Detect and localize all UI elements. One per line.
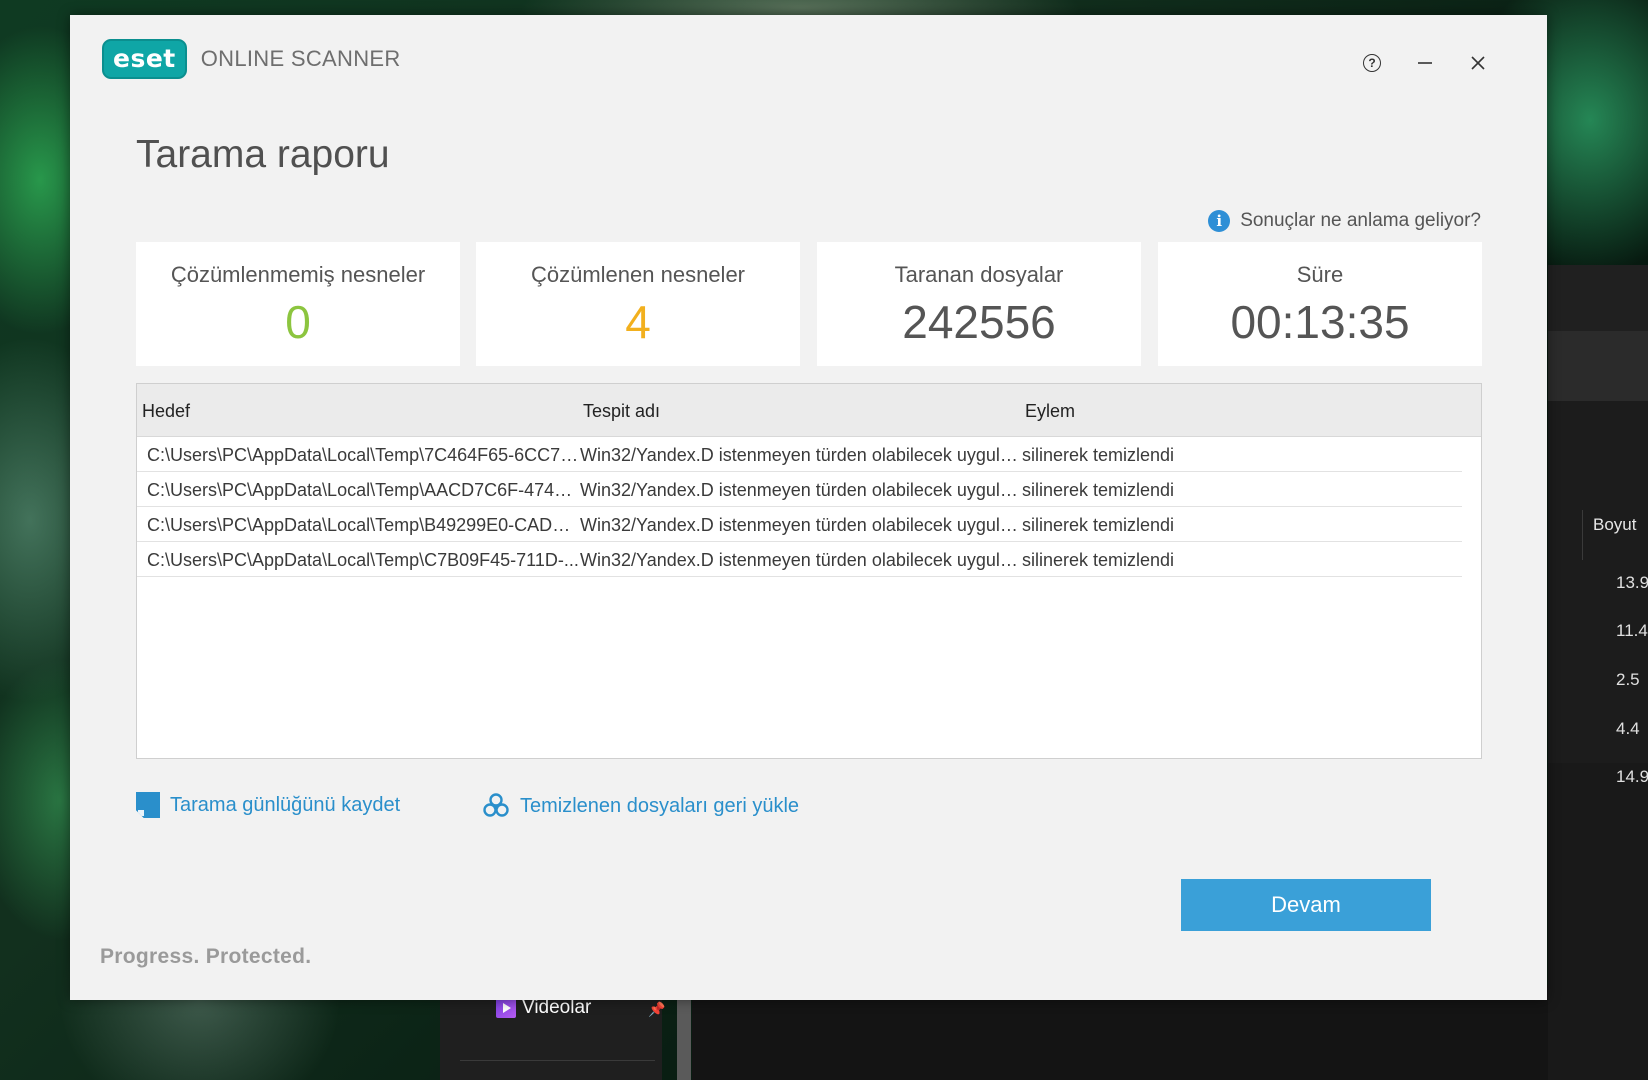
cell-target: C:\Users\PC\AppData\Local\Temp\B49299E0-… <box>147 515 579 535</box>
cell-detection: Win32/Yandex.D istenmeyen türden olabile… <box>580 480 1018 500</box>
file-size: 14.9 <box>1616 767 1648 786</box>
cell-target: C:\Users\PC\AppData\Local\Temp\AACD7C6F-… <box>147 480 579 500</box>
save-scan-log-label: Tarama günlüğünü kaydet <box>170 793 401 816</box>
column-header-detection[interactable]: Tespit adı <box>583 384 660 438</box>
stat-label: Taranan dosyalar <box>894 262 1064 287</box>
table-header: Hedef Tespit adı Eylem <box>137 384 1481 437</box>
file-explorer-window: Boyut 13.9 11.4 2.5 4.4 14.9 <box>1548 265 1648 1080</box>
stat-label: Çözümlenen nesneler <box>530 262 746 287</box>
file-size: 4.4 <box>1616 719 1640 738</box>
stat-card-unresolved: Çözümlenmemiş nesneler 0 <box>136 242 460 366</box>
stat-value: 0 <box>285 296 311 348</box>
eset-scan-report-dialog: eset ONLINE SCANNER ? Tarama raporu i So… <box>70 15 1547 1000</box>
table-row[interactable]: C:\Users\PC\AppData\Local\Temp\7C464F65-… <box>137 437 1462 472</box>
column-header-action[interactable]: Eylem <box>1025 384 1075 438</box>
eset-logo: eset <box>102 39 187 79</box>
nav-item-label: Videolar <box>522 997 592 1018</box>
file-size: 11.4 <box>1616 621 1648 640</box>
stat-value: 00:13:35 <box>1230 296 1410 348</box>
results-help-link[interactable]: i Sonuçlar ne anlama geliyor? <box>1208 210 1481 232</box>
cell-detection: Win32/Yandex.D istenmeyen türden olabile… <box>580 515 1018 535</box>
info-icon: i <box>1208 210 1231 232</box>
eset-slogan: Progress. Protected. <box>100 945 312 968</box>
minimize-icon <box>1418 62 1432 64</box>
save-scan-log-link[interactable]: Tarama günlüğünü kaydet <box>136 792 400 818</box>
file-size: 2.5 <box>1616 670 1640 689</box>
column-header-target[interactable]: Hedef <box>142 384 190 438</box>
cell-detection: Win32/Yandex.D istenmeyen türden olabile… <box>580 445 1018 465</box>
stat-value: 4 <box>625 296 651 348</box>
scan-statistics: Çözümlenmemiş nesneler 0 Çözümlenen nesn… <box>136 242 1482 366</box>
close-icon <box>1471 56 1485 70</box>
stat-card-duration: Süre 00:13:35 <box>1158 242 1482 366</box>
table-row[interactable]: C:\Users\PC\AppData\Local\Temp\AACD7C6F-… <box>137 472 1462 507</box>
page-title: Tarama raporu <box>136 133 390 176</box>
stat-label: Çözümlenmemiş nesneler <box>170 262 426 287</box>
cell-action: silinerek temizlendi <box>1022 515 1175 535</box>
app-logo: eset ONLINE SCANNER <box>102 39 401 79</box>
stat-value: 242556 <box>902 296 1056 348</box>
cell-action: silinerek temizlendi <box>1022 445 1175 465</box>
table-row[interactable]: C:\Users\PC\AppData\Local\Temp\B49299E0-… <box>137 507 1462 542</box>
divider <box>460 1060 655 1061</box>
close-button[interactable] <box>1458 45 1498 81</box>
restore-cleaned-files-link[interactable]: Temizlenen dosyaları geri yükle <box>482 792 799 820</box>
stat-card-scanned-files: Taranan dosyalar 242556 <box>817 242 1141 366</box>
stat-card-resolved: Çözümlenen nesneler 4 <box>476 242 800 366</box>
cell-action: silinerek temizlendi <box>1022 480 1175 500</box>
save-icon <box>136 792 160 818</box>
file-size: 13.9 <box>1616 573 1648 592</box>
table-row[interactable]: C:\Users\PC\AppData\Local\Temp\C7B09F45-… <box>137 542 1462 577</box>
help-button[interactable]: ? <box>1352 45 1392 81</box>
stat-label: Süre <box>1296 262 1344 287</box>
help-icon: ? <box>1363 54 1381 72</box>
cell-target: C:\Users\PC\AppData\Local\Temp\C7B09F45-… <box>147 550 579 570</box>
minimize-button[interactable] <box>1405 45 1445 81</box>
detections-table: Hedef Tespit adı Eylem C:\Users\PC\AppDa… <box>136 383 1482 759</box>
nav-item-videos[interactable]: Videolar <box>496 997 591 1019</box>
biohazard-icon <box>483 793 509 817</box>
continue-button[interactable]: Devam <box>1181 879 1431 931</box>
pin-icon[interactable]: 📌 <box>648 1001 665 1018</box>
cell-target: C:\Users\PC\AppData\Local\Temp\7C464F65-… <box>147 445 579 465</box>
restore-cleaned-files-label: Temizlenen dosyaları geri yükle <box>520 794 800 817</box>
column-header-size[interactable]: Boyut <box>1582 510 1636 560</box>
explorer-titlebar <box>1548 265 1648 331</box>
product-name: ONLINE SCANNER <box>200 46 401 71</box>
video-folder-icon <box>496 998 516 1018</box>
results-help-label: Sonuçlar ne anlama geliyor? <box>1240 210 1481 231</box>
cell-detection: Win32/Yandex.D istenmeyen türden olabile… <box>580 550 1018 570</box>
explorer-address-bar <box>1548 331 1648 401</box>
cell-action: silinerek temizlendi <box>1022 550 1175 570</box>
